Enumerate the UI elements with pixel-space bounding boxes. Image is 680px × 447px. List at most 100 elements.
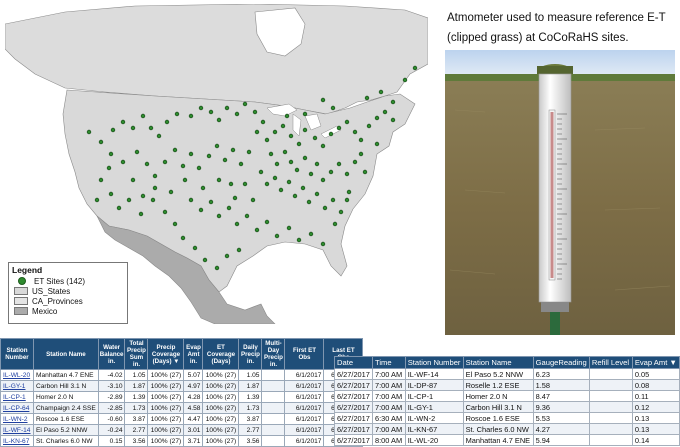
et-site-marker[interactable]: [208, 109, 214, 115]
et-site-marker[interactable]: [328, 169, 334, 175]
et-site-marker[interactable]: [320, 241, 326, 247]
et-site-marker[interactable]: [192, 245, 198, 251]
et-site-marker[interactable]: [94, 197, 100, 203]
station-link[interactable]: IL-WN-2: [3, 416, 28, 423]
et-site-marker[interactable]: [250, 197, 256, 203]
et-site-marker[interactable]: [320, 97, 326, 103]
et-site-marker[interactable]: [206, 153, 212, 159]
et-site-marker[interactable]: [260, 119, 266, 125]
et-site-marker[interactable]: [280, 123, 286, 129]
et-site-marker[interactable]: [264, 137, 270, 143]
et-site-marker[interactable]: [282, 149, 288, 155]
et-site-marker[interactable]: [336, 125, 342, 131]
et-site-marker[interactable]: [296, 141, 302, 147]
et-site-marker[interactable]: [138, 211, 144, 217]
et-site-marker[interactable]: [278, 187, 284, 193]
col-station-number[interactable]: Station Number: [0, 338, 34, 370]
et-site-marker[interactable]: [172, 221, 178, 227]
et-site-marker[interactable]: [314, 161, 320, 167]
et-site-marker[interactable]: [148, 125, 154, 131]
et-site-marker[interactable]: [120, 119, 126, 125]
et-site-marker[interactable]: [168, 189, 174, 195]
et-site-marker[interactable]: [162, 159, 168, 165]
col-obs-station-number[interactable]: Station Number: [404, 356, 464, 369]
et-site-marker[interactable]: [188, 197, 194, 203]
et-site-marker[interactable]: [216, 117, 222, 123]
et-site-marker[interactable]: [268, 151, 274, 157]
col-station-name[interactable]: Station Name: [33, 338, 99, 370]
et-site-marker[interactable]: [302, 127, 308, 133]
et-site-marker[interactable]: [312, 135, 318, 141]
col-first-et-obs[interactable]: First ET Obs: [284, 338, 325, 370]
et-site-marker[interactable]: [330, 197, 336, 203]
et-site-marker[interactable]: [98, 139, 104, 145]
et-site-marker[interactable]: [322, 205, 328, 211]
et-site-marker[interactable]: [230, 147, 236, 153]
et-site-marker[interactable]: [236, 247, 242, 253]
et-site-marker[interactable]: [336, 161, 342, 167]
et-site-marker[interactable]: [252, 109, 258, 115]
et-site-marker[interactable]: [222, 157, 228, 163]
et-site-marker[interactable]: [366, 123, 372, 129]
et-site-marker[interactable]: [224, 105, 230, 111]
et-site-marker[interactable]: [134, 149, 140, 155]
et-site-marker[interactable]: [98, 177, 104, 183]
et-site-marker[interactable]: [180, 163, 186, 169]
et-site-marker[interactable]: [188, 151, 194, 157]
et-site-marker[interactable]: [130, 125, 136, 131]
et-site-marker[interactable]: [228, 181, 234, 187]
station-link[interactable]: IL-WF-14: [3, 427, 30, 434]
et-site-marker[interactable]: [264, 181, 270, 187]
et-site-marker[interactable]: [152, 185, 158, 191]
et-site-marker[interactable]: [108, 191, 114, 197]
et-site-marker[interactable]: [214, 265, 220, 271]
station-link[interactable]: IL-GY-1: [3, 383, 25, 390]
et-site-marker[interactable]: [174, 111, 180, 117]
et-site-marker[interactable]: [286, 179, 292, 185]
et-site-marker[interactable]: [374, 141, 380, 147]
et-site-marker[interactable]: [292, 193, 298, 199]
et-site-marker[interactable]: [294, 167, 300, 173]
et-site-marker[interactable]: [130, 177, 136, 183]
et-site-marker[interactable]: [344, 197, 350, 203]
et-site-marker[interactable]: [288, 159, 294, 165]
et-site-marker[interactable]: [140, 113, 146, 119]
et-site-marker[interactable]: [162, 209, 168, 215]
et-site-marker[interactable]: [216, 177, 222, 183]
col-water-balance[interactable]: Water Balance in.: [97, 338, 126, 370]
et-site-marker[interactable]: [106, 165, 112, 171]
et-site-marker[interactable]: [164, 119, 170, 125]
et-site-marker[interactable]: [358, 151, 364, 157]
et-site-marker[interactable]: [308, 231, 314, 237]
et-site-marker[interactable]: [234, 221, 240, 227]
et-site-marker[interactable]: [258, 169, 264, 175]
et-site-marker[interactable]: [362, 169, 368, 175]
et-site-marker[interactable]: [274, 233, 280, 239]
et-site-marker[interactable]: [352, 129, 358, 135]
et-site-marker[interactable]: [196, 165, 202, 171]
et-site-marker[interactable]: [314, 191, 320, 197]
col-multiday-precip[interactable]: Multi-Day Precip in.: [261, 338, 286, 370]
station-link[interactable]: IL-CP-64: [3, 405, 29, 412]
et-site-marker[interactable]: [254, 129, 260, 135]
col-precip-coverage[interactable]: Precip Coverage (Days) ▼: [147, 338, 185, 370]
et-site-marker[interactable]: [412, 65, 418, 71]
et-site-marker[interactable]: [156, 133, 162, 139]
et-site-marker[interactable]: [254, 227, 260, 233]
et-site-marker[interactable]: [274, 161, 280, 167]
et-site-marker[interactable]: [234, 111, 240, 117]
et-site-marker[interactable]: [216, 213, 222, 219]
col-obs-evap-amt[interactable]: Evap Amt ▼: [631, 356, 680, 369]
col-refill-level[interactable]: Refill Level: [588, 356, 633, 369]
col-time[interactable]: Time: [372, 356, 406, 369]
et-site-marker[interactable]: [344, 119, 350, 125]
et-site-marker[interactable]: [296, 237, 302, 243]
et-site-marker[interactable]: [188, 113, 194, 119]
col-obs-station-name[interactable]: Station Name: [462, 356, 534, 369]
et-site-marker[interactable]: [288, 133, 294, 139]
station-link[interactable]: IL-KN-67: [3, 438, 29, 445]
et-site-marker[interactable]: [108, 151, 114, 157]
col-date[interactable]: Date: [333, 356, 374, 369]
et-site-marker[interactable]: [180, 235, 186, 241]
et-site-marker[interactable]: [382, 109, 388, 115]
